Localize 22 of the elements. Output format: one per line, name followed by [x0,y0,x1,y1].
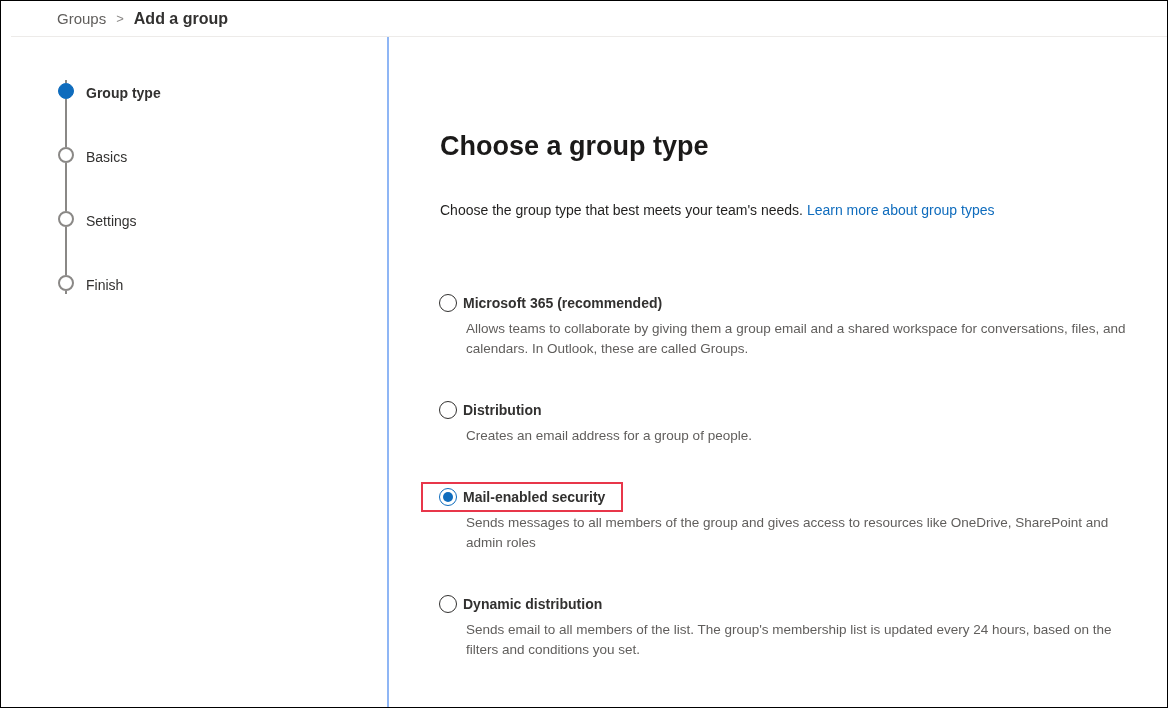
radio-button[interactable] [439,294,457,312]
option-label[interactable]: Dynamic distribution [463,596,603,612]
page-title: Add a group [133,9,228,28]
option-label[interactable]: Distribution [463,402,542,418]
radio-button[interactable] [439,488,457,506]
radio-button[interactable] [439,401,457,419]
step-label[interactable]: Group type [86,85,161,101]
step-label[interactable]: Basics [86,149,128,165]
step-label[interactable]: Finish [86,277,124,293]
option-description: Sends messages to all members of the group and gives access to resources like OneDrive, SharePoint and admin roles [466,514,1110,552]
option-label[interactable]: Microsoft 365 (recommended) [463,295,663,311]
breadcrumb-separator: > [116,11,124,26]
option-description: Sends email to all members of the list. The group's membership list is updated every 24 hours, based on the filters and conditions you set. [466,621,1113,659]
radio-button[interactable] [439,595,457,613]
option-label[interactable]: Mail-enabled security [463,489,606,505]
step-label[interactable]: Settings [86,213,137,229]
option-description: Allows teams to collaborate by giving them a group email and a shared workspace for conversations, files, and calendars. In Outlook, these are called Groups. [466,320,1127,358]
breadcrumb-link[interactable]: Groups [57,10,107,27]
learn-more-link[interactable]: Learn more about group types [806,202,995,218]
intro-text: Choose the group type that best meets your team's needs. [440,202,803,218]
page-heading: Choose a group type [440,131,710,162]
option-description: Creates an email address for a group of people. [466,427,753,445]
